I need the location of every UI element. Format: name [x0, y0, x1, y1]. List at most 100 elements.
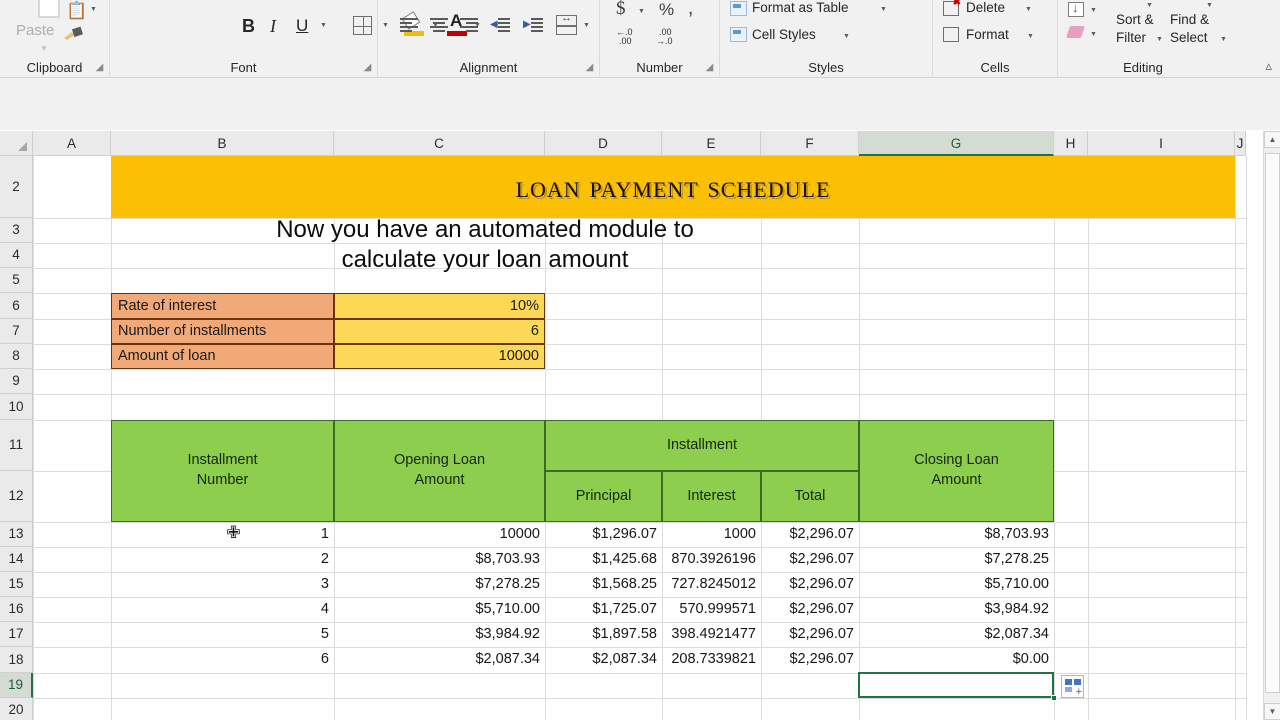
borders-icon[interactable] [353, 16, 372, 35]
row-header-15[interactable]: 15 [0, 572, 33, 597]
table-cell-closing-row4[interactable]: $3,984.92 [859, 597, 1054, 622]
clear-caret[interactable]: ▼ [1090, 31, 1097, 38]
table-cell-n-row6[interactable]: 6 [111, 647, 334, 673]
table-cell-opening-row3[interactable]: $7,278.25 [334, 572, 545, 597]
row-header-8[interactable]: 8 [0, 344, 33, 369]
paste-icon[interactable] [38, 0, 60, 18]
table-cell-opening-row4[interactable]: $5,710.00 [334, 597, 545, 622]
table-cell-closing-row3[interactable]: $5,710.00 [859, 572, 1054, 597]
table-cell-total-row5[interactable]: $2,296.07 [761, 622, 859, 647]
table-cell-closing-row1[interactable]: $8,703.93 [859, 522, 1054, 547]
sort-filter-line1[interactable]: Sort & [1116, 12, 1154, 27]
row-header-18[interactable]: 18 [0, 647, 33, 673]
scroll-up-arrow-icon[interactable]: ▲ [1264, 131, 1280, 148]
input-value-0[interactable]: 10% [334, 293, 545, 319]
alignment-dialog-launcher[interactable]: ◢ [584, 62, 595, 73]
row-header-12[interactable]: 12 [0, 471, 33, 522]
row-header-4[interactable]: 4 [0, 243, 33, 268]
number-dialog-launcher[interactable]: ◢ [704, 62, 715, 73]
table-cell-opening-row6[interactable]: $2,087.34 [334, 647, 545, 673]
column-header-a[interactable]: A [33, 131, 111, 156]
row-header-2[interactable]: 2 [0, 156, 33, 218]
row-header-10[interactable]: 10 [0, 394, 33, 420]
format-painter-icon[interactable] [62, 26, 88, 40]
row-header-13[interactable]: 13 [0, 522, 33, 547]
scrollbar-thumb[interactable] [1265, 153, 1280, 693]
row-header-11[interactable]: 11 [0, 420, 33, 471]
selected-cell-outline[interactable] [858, 672, 1054, 698]
table-cell-total-row3[interactable]: $2,296.07 [761, 572, 859, 597]
table-cell-closing-row5[interactable]: $2,087.34 [859, 622, 1054, 647]
find-select-line1[interactable]: Find & [1170, 12, 1209, 27]
increase-decimal-icon[interactable]: ←.0.00 [616, 28, 633, 46]
table-cell-closing-row2[interactable]: $7,278.25 [859, 547, 1054, 572]
clipboard-dialog-launcher[interactable]: ◢ [94, 62, 105, 73]
select-all-corner[interactable] [0, 131, 33, 156]
bold-button[interactable]: B [242, 16, 255, 37]
table-cell-interest-row5[interactable]: 398.4921477 [662, 622, 761, 647]
row-header-19[interactable]: 19 [0, 673, 33, 698]
percent-style-icon[interactable]: % [659, 0, 674, 20]
table-cell-total-row1[interactable]: $2,296.07 [761, 522, 859, 547]
quick-analysis-button[interactable]: + [1061, 675, 1084, 698]
row-header-14[interactable]: 14 [0, 547, 33, 572]
cell-styles-icon[interactable] [730, 27, 747, 42]
table-cell-n-row2[interactable]: 2 [111, 547, 334, 572]
row-header-17[interactable]: 17 [0, 622, 33, 647]
table-cell-principal-row6[interactable]: $2,087.34 [545, 647, 662, 673]
table-cell-n-row5[interactable]: 5 [111, 622, 334, 647]
clear-icon[interactable] [1066, 26, 1085, 38]
column-header-e[interactable]: E [662, 131, 761, 156]
table-cell-principal-row5[interactable]: $1,897.58 [545, 622, 662, 647]
row-header-5[interactable]: 5 [0, 268, 33, 293]
increase-indent-icon[interactable]: ▶ [523, 18, 543, 32]
autosum-caret[interactable]: ▼ [1146, 2, 1153, 9]
format-as-table-label[interactable]: Format as Table [752, 0, 849, 15]
format-as-table-caret[interactable]: ▼ [880, 6, 887, 13]
format-label[interactable]: Format [966, 27, 1009, 42]
decrease-decimal-icon[interactable]: .00 →.0 [656, 28, 673, 46]
align-left-icon[interactable] [400, 18, 418, 32]
column-header-d[interactable]: D [545, 131, 662, 156]
table-cell-n-row4[interactable]: 4 [111, 597, 334, 622]
row-header-9[interactable]: 9 [0, 369, 33, 394]
input-value-2[interactable]: 10000 [334, 344, 545, 369]
vertical-scrollbar[interactable]: ▲ ▼ [1263, 131, 1280, 720]
column-header-h[interactable]: H [1054, 131, 1088, 156]
table-cell-interest-row4[interactable]: 570.999571 [662, 597, 761, 622]
table-cell-n-row3[interactable]: 3 [111, 572, 334, 597]
table-cell-interest-row3[interactable]: 727.8245012 [662, 572, 761, 597]
paste-dropdown-caret[interactable]: ▼ [40, 44, 48, 53]
table-header-principal[interactable]: Principal [545, 471, 662, 522]
table-cell-principal-row2[interactable]: $1,425.68 [545, 547, 662, 572]
delete-label[interactable]: Delete [966, 0, 1005, 15]
find-select-caret[interactable]: ▼ [1220, 36, 1227, 43]
fill-handle[interactable] [1051, 695, 1057, 701]
cell-styles-label[interactable]: Cell Styles [752, 27, 816, 42]
column-header-i[interactable]: I [1088, 131, 1235, 156]
decrease-indent-icon[interactable]: ◀ [490, 18, 510, 32]
top-caret-2[interactable]: ▼ [1206, 2, 1213, 9]
column-header-j[interactable]: J [1235, 131, 1246, 156]
row-header-20[interactable]: 20 [0, 698, 33, 720]
font-dialog-launcher[interactable]: ◢ [362, 62, 373, 73]
comma-style-icon[interactable]: , [688, 0, 693, 20]
find-select-line2[interactable]: Select [1170, 30, 1208, 45]
scroll-down-arrow-icon[interactable]: ▼ [1264, 703, 1280, 720]
input-label-2[interactable]: Amount of loan [111, 344, 334, 369]
table-header-installment-group[interactable]: Installment [545, 420, 859, 471]
row-header-3[interactable]: 3 [0, 218, 33, 243]
row-header-6[interactable]: 6 [0, 293, 33, 319]
fill-caret[interactable]: ▼ [1090, 7, 1097, 14]
column-header-c[interactable]: C [334, 131, 545, 156]
table-header-opening-loan-amount[interactable]: Opening Loan Amount [334, 420, 545, 522]
row-header-16[interactable]: 16 [0, 597, 33, 622]
table-cell-total-row2[interactable]: $2,296.07 [761, 547, 859, 572]
delete-cells-icon[interactable]: ✖ [943, 0, 961, 16]
italic-button[interactable]: I [270, 16, 276, 37]
table-cell-closing-row6[interactable]: $0.00 [859, 647, 1054, 673]
table-cell-opening-row1[interactable]: 10000 [334, 522, 545, 547]
format-caret[interactable]: ▼ [1027, 33, 1034, 40]
column-header-g[interactable]: G [859, 131, 1054, 156]
table-header-interest[interactable]: Interest [662, 471, 761, 522]
